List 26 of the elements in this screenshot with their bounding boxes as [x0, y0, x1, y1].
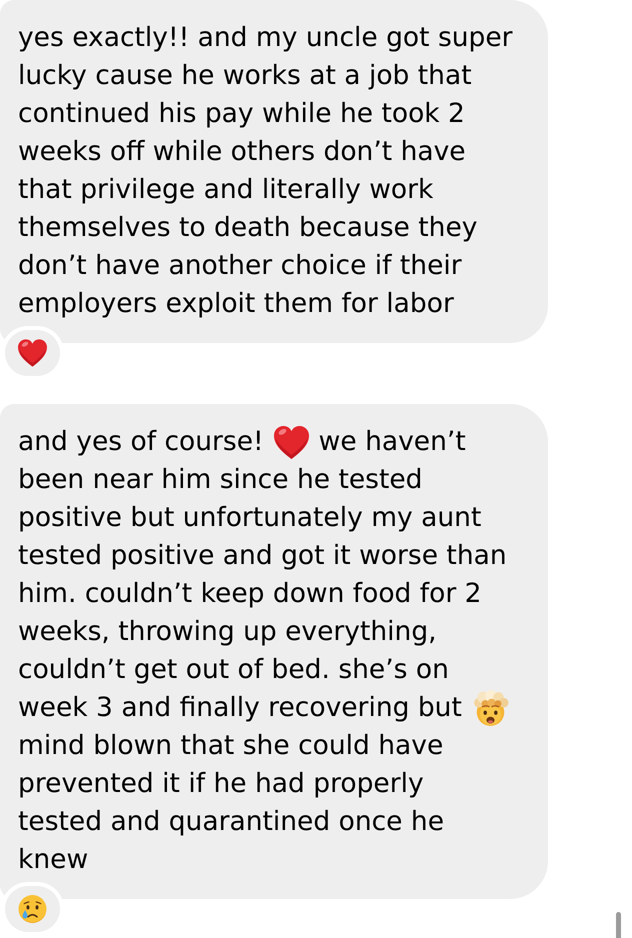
message-text: weeks, throwing up everything,	[18, 615, 437, 649]
message-text: employers exploit them for labor	[18, 287, 454, 321]
message-text: couldn’t get out of bed. she’s on	[18, 653, 449, 687]
message-text: tested and quarantined once he	[18, 805, 444, 839]
exploding-head-icon	[472, 690, 509, 726]
message-text: weeks off while others don’t have	[18, 135, 466, 169]
message-text: been near him since he tested	[18, 463, 423, 497]
message-text: mind blown that she could have	[18, 729, 444, 763]
heart-reaction-icon[interactable]	[5, 330, 60, 376]
scroll-indicator	[616, 912, 621, 938]
message-text: tested positive and got it worse than	[18, 539, 507, 573]
message-text: knew	[18, 843, 88, 877]
message-text: continued his pay while he took 2	[18, 97, 465, 131]
message-text: him. couldn’t keep down food for 2	[18, 577, 482, 611]
message-text: week 3 and finally recovering but	[18, 691, 462, 725]
message-text: that privilege and literally work	[18, 173, 434, 207]
message-text: we haven’t	[318, 425, 466, 459]
message-text: yes exactly!! and my uncle got super	[18, 21, 513, 55]
message-text: lucky cause he works at a job that	[18, 59, 472, 93]
message-text: positive but unfortunately my aunt	[18, 501, 482, 535]
message-text: and yes of course!	[18, 425, 264, 459]
heart-icon	[274, 426, 309, 458]
crying-face-reaction-icon[interactable]	[5, 886, 60, 932]
message-text: don’t have another choice if their	[18, 249, 462, 283]
message-text: themselves to death because they	[18, 211, 478, 245]
message-text: prevented it if he had properly	[18, 767, 424, 801]
